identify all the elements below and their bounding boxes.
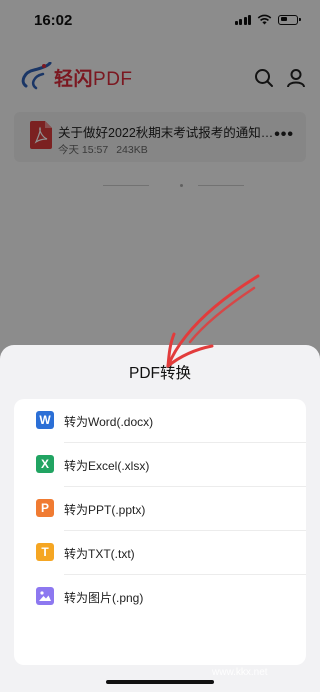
home-indicator: [106, 680, 214, 684]
option-label: 转为Word(.docx): [64, 415, 154, 429]
excel-icon: X: [36, 455, 54, 473]
option-label: 转为图片(.png): [64, 591, 144, 605]
watermark-logo-icon: [211, 609, 304, 655]
option-label: 转为TXT(.txt): [64, 547, 135, 561]
word-icon: W: [36, 411, 54, 429]
convert-to-txt-option[interactable]: T 转为TXT(.txt): [14, 531, 306, 575]
option-label: 转为PPT(.pptx): [64, 503, 146, 517]
sheet-title: PDF转换: [128, 365, 191, 382]
watermark-url: www.kkx.net: [212, 667, 268, 678]
image-icon: [36, 587, 54, 605]
txt-icon: T: [36, 543, 54, 561]
convert-to-ppt-option[interactable]: P 转为PPT(.pptx): [14, 487, 306, 531]
ppt-icon: P: [36, 499, 54, 517]
convert-to-excel-option[interactable]: X 转为Excel(.xlsx): [14, 443, 306, 487]
site-watermark: www.kkx.net: [204, 600, 314, 680]
option-label: 转为Excel(.xlsx): [64, 459, 150, 473]
convert-to-word-option[interactable]: W 转为Word(.docx): [14, 399, 306, 443]
